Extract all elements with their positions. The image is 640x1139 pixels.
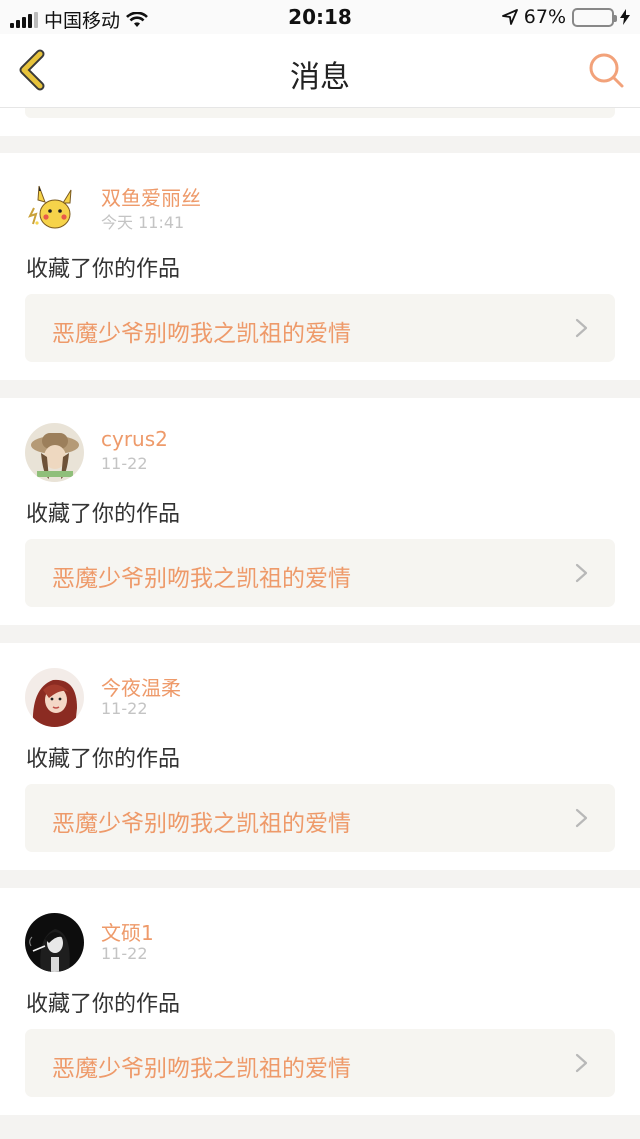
work-link[interactable]: 恶魔少爷别吻我之凯祖的爱情 [25,784,615,852]
message-card: 双鱼爱丽丝 今天 11:41 收藏了你的作品 恶魔少爷别吻我之凯祖的爱情 [0,153,640,380]
location-arrow-icon [501,9,518,25]
nav-bar: 消息 [0,34,640,108]
message-card: cyrus2 11-22 收藏了你的作品 恶魔少爷别吻我之凯祖的爱情 [0,398,640,625]
dark-silhouette-avatar-icon [25,913,84,972]
status-bar: 中国移动 20:18 67% [0,0,640,34]
action-text: 收藏了你的作品 [26,502,181,527]
chevron-right-icon [575,563,588,583]
battery-percent: 67% [523,6,566,28]
red-hair-avatar-icon [25,668,84,727]
avatar[interactable] [25,423,84,482]
message-time: 11-22 [101,454,148,473]
avatar[interactable] [25,178,84,237]
work-title: 恶魔少爷别吻我之凯祖的爱情 [52,321,351,347]
previous-work-box [25,108,615,118]
message-time: 11-22 [101,699,148,718]
status-right: 67% [501,6,630,28]
username[interactable]: 文硕1 [101,917,154,946]
page-title: 消息 [290,60,350,95]
charging-bolt-icon [620,9,630,25]
previous-card-tail [0,108,640,136]
username[interactable]: 双鱼爱丽丝 [101,182,201,211]
work-title: 恶魔少爷别吻我之凯祖的爱情 [52,566,351,592]
message-card: 文硕1 11-22 收藏了你的作品 恶魔少爷别吻我之凯祖的爱情 [0,888,640,1115]
work-title: 恶魔少爷别吻我之凯祖的爱情 [52,1056,351,1082]
search-icon[interactable] [586,50,626,90]
battery-icon [572,7,617,27]
girl-hat-avatar-icon [25,423,84,482]
avatar[interactable] [25,913,84,972]
message-time: 11-22 [101,944,148,963]
chevron-right-icon [575,318,588,338]
work-title: 恶魔少爷别吻我之凯祖的爱情 [52,811,351,837]
action-text: 收藏了你的作品 [26,992,181,1017]
username[interactable]: 今夜温柔 [101,672,181,701]
pikachu-avatar-icon [25,178,84,237]
message-time: 今天 11:41 [101,213,185,232]
avatar[interactable] [25,668,84,727]
chevron-right-icon [575,1053,588,1073]
chevron-right-icon [575,808,588,828]
action-text: 收藏了你的作品 [26,747,181,772]
message-card: 今夜温柔 11-22 收藏了你的作品 恶魔少爷别吻我之凯祖的爱情 [0,643,640,870]
work-link[interactable]: 恶魔少爷别吻我之凯祖的爱情 [25,1029,615,1097]
username[interactable]: cyrus2 [101,427,168,451]
work-link[interactable]: 恶魔少爷别吻我之凯祖的爱情 [25,539,615,607]
action-text: 收藏了你的作品 [26,257,181,282]
work-link[interactable]: 恶魔少爷别吻我之凯祖的爱情 [25,294,615,362]
